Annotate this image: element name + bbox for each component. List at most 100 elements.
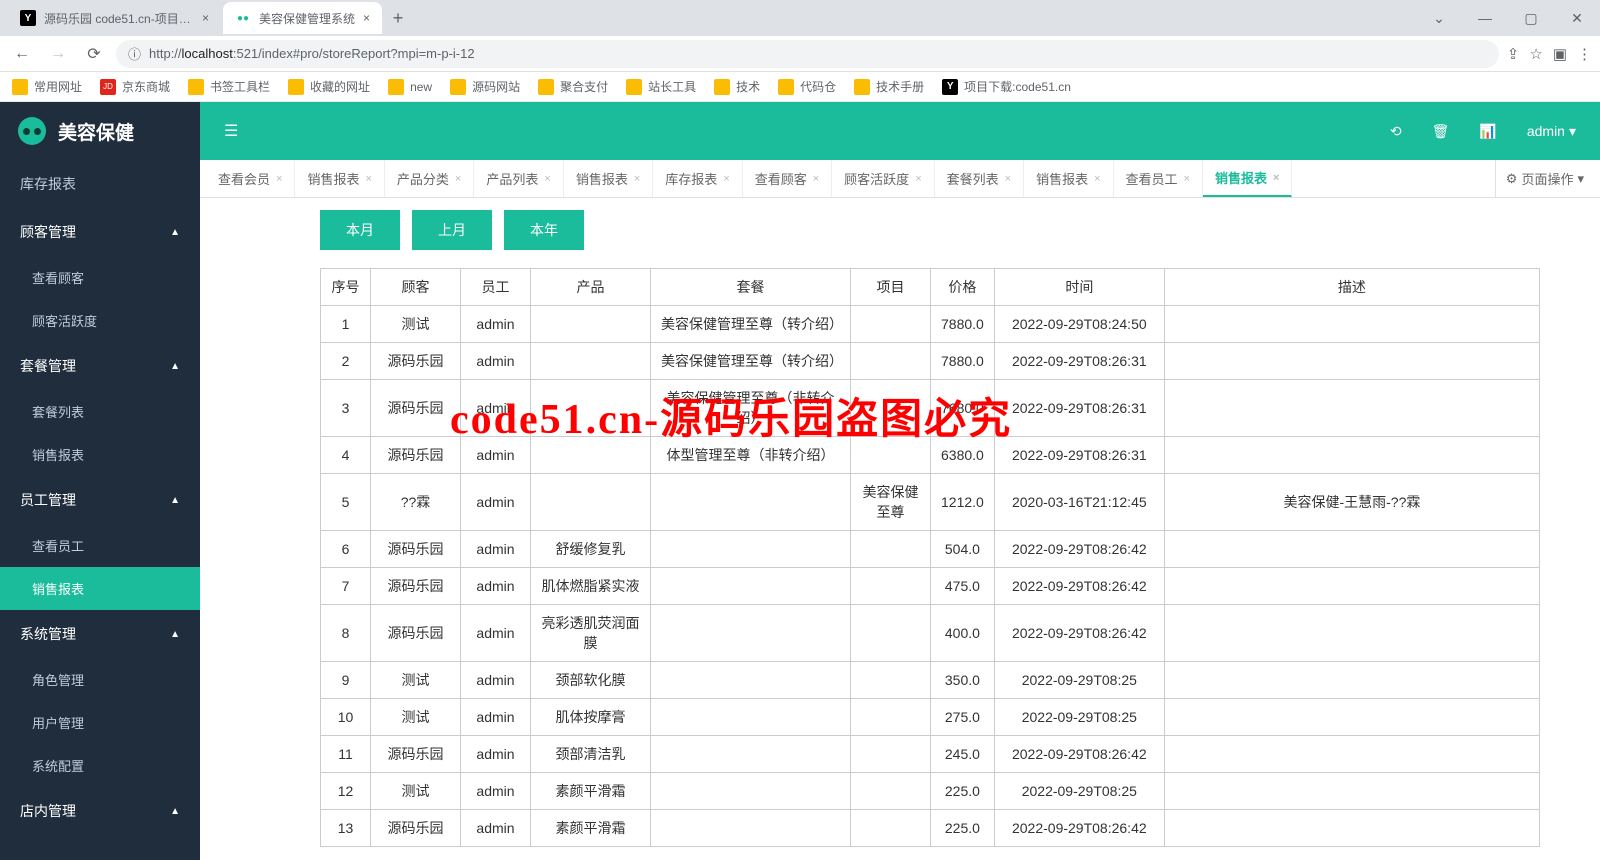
extensions-icon[interactable]: ▣ — [1553, 45, 1567, 63]
table-row: 7源码乐园admin肌体燃脂紧实液475.02022-09-29T08:26:4… — [321, 568, 1540, 605]
bookmark-item[interactable]: Y项目下载:code51.cn — [942, 78, 1071, 95]
tab-close-icon[interactable]: × — [276, 173, 282, 185]
bookmark-item[interactable]: JD京东商城 — [100, 78, 170, 95]
site-info-icon[interactable]: ⓘ — [128, 44, 141, 63]
sidebar-item-customer-activity[interactable]: 顾客活跃度 — [0, 299, 200, 342]
table-cell — [851, 810, 931, 847]
trash-icon[interactable]: 🗑 — [1432, 123, 1450, 140]
filter-year-button[interactable]: 本年 — [504, 210, 584, 250]
page-tab[interactable]: 销售报表× — [1024, 160, 1113, 197]
tab-close-icon[interactable]: × — [202, 11, 209, 25]
bookmark-item[interactable]: 代码仓 — [778, 78, 836, 95]
sidebar-item-sales-report-1[interactable]: 销售报表 — [0, 433, 200, 476]
table-cell: 美容保健管理至尊（非转介绍） — [651, 380, 851, 437]
table-cell: admin — [461, 699, 531, 736]
bookmark-item[interactable]: 书签工具栏 — [188, 78, 270, 95]
tab-close-icon[interactable]: × — [365, 173, 371, 185]
tab-close-icon[interactable]: × — [1273, 172, 1279, 184]
nav-forward[interactable]: → — [44, 40, 72, 68]
page-tab[interactable]: 销售报表× — [564, 160, 653, 197]
table-cell — [531, 380, 651, 437]
page-tab[interactable]: 查看员工× — [1114, 160, 1203, 197]
sidebar-group-staff[interactable]: 员工管理▲ — [0, 476, 200, 524]
bookmark-item[interactable]: 技术 — [714, 78, 760, 95]
tab-close-icon[interactable]: × — [634, 173, 640, 185]
nav-reload[interactable]: ⟳ — [80, 40, 108, 68]
browser-tab[interactable]: ●●美容保健管理系统× — [223, 2, 382, 34]
page-tab[interactable]: 库存报表× — [653, 160, 742, 197]
bookmark-item[interactable]: 站长工具 — [626, 78, 696, 95]
sidebar-group-package[interactable]: 套餐管理▲ — [0, 342, 200, 390]
table-cell: 13 — [321, 810, 371, 847]
table-cell: 测试 — [371, 699, 461, 736]
tab-close-icon[interactable]: × — [813, 173, 819, 185]
bookmark-item[interactable]: 技术手册 — [854, 78, 924, 95]
sidebar-item-view-customer[interactable]: 查看顾客 — [0, 256, 200, 299]
bookmark-item[interactable]: 聚合支付 — [538, 78, 608, 95]
browser-tab[interactable]: Y源码乐园 code51.cn-项目论文化× — [8, 2, 221, 34]
page-tab[interactable]: 查看会员× — [206, 160, 295, 197]
bookmark-item[interactable]: 常用网址 — [12, 78, 82, 95]
table-cell — [651, 699, 851, 736]
sidebar-item-role-mgmt[interactable]: 角色管理 — [0, 658, 200, 701]
sidebar-item-sales-report-2[interactable]: 销售报表 — [0, 567, 200, 610]
sidebar-collapse-icon[interactable]: ☰ — [224, 121, 238, 141]
page-tab[interactable]: 产品分类× — [385, 160, 474, 197]
sidebar-group-customer[interactable]: 顾客管理▲ — [0, 208, 200, 256]
sidebar-group-system[interactable]: 系统管理▲ — [0, 610, 200, 658]
page-operations-menu[interactable]: ⚙ 页面操作 ▾ — [1495, 160, 1594, 197]
page-tab[interactable]: 套餐列表× — [935, 160, 1024, 197]
table-header-cell: 套餐 — [651, 269, 851, 306]
tab-close-icon[interactable]: × — [1094, 173, 1100, 185]
table-cell: 源码乐园 — [371, 736, 461, 773]
window-minimize[interactable]: — — [1462, 0, 1508, 36]
user-menu[interactable]: admin ▾ — [1527, 123, 1576, 140]
menu-icon[interactable]: ⋮ — [1577, 45, 1592, 63]
page-tab[interactable]: 顾客活跃度× — [832, 160, 934, 197]
filter-last-month-button[interactable]: 上月 — [412, 210, 492, 250]
new-tab-button[interactable]: + — [384, 4, 412, 32]
table-row: 4源码乐园admin体型管理至尊（非转介绍）6380.02022-09-29T0… — [321, 437, 1540, 474]
bookmark-item[interactable]: 收藏的网址 — [288, 78, 370, 95]
window-maximize[interactable]: ▢ — [1508, 0, 1554, 36]
chevron-up-icon: ▲ — [170, 495, 180, 506]
window-close[interactable]: ✕ — [1554, 0, 1600, 36]
refresh-icon[interactable]: ⟲ — [1390, 123, 1402, 140]
window-dropdown[interactable]: ⌄ — [1416, 0, 1462, 36]
dashboard-icon[interactable]: 📊 — [1479, 123, 1496, 140]
tab-close-icon[interactable]: × — [1184, 173, 1190, 185]
bookmark-star-icon[interactable]: ☆ — [1529, 45, 1542, 63]
nav-back[interactable]: ← — [8, 40, 36, 68]
page-tab[interactable]: 产品列表× — [474, 160, 563, 197]
tab-close-icon[interactable]: × — [915, 173, 921, 185]
page-tab[interactable]: 销售报表× — [1203, 160, 1292, 197]
table-cell: 7680.0 — [931, 380, 995, 437]
sidebar-item-user-mgmt[interactable]: 用户管理 — [0, 701, 200, 744]
tab-close-icon[interactable]: × — [455, 173, 461, 185]
table-cell — [851, 568, 931, 605]
table-row: 6源码乐园admin舒缓修复乳504.02022-09-29T08:26:42 — [321, 531, 1540, 568]
sidebar-group-store[interactable]: 店内管理▲ — [0, 787, 200, 835]
tab-close-icon[interactable]: × — [1005, 173, 1011, 185]
url-box[interactable]: ⓘ http://localhost:521/index#pro/storeRe… — [116, 40, 1499, 68]
chevron-up-icon: ▲ — [170, 227, 180, 238]
table-cell — [531, 343, 651, 380]
page-tab[interactable]: 查看顾客× — [743, 160, 832, 197]
tab-close-icon[interactable]: × — [723, 173, 729, 185]
tab-close-icon[interactable]: × — [363, 11, 370, 25]
sidebar-item-system-config[interactable]: 系统配置 — [0, 744, 200, 787]
table-cell: ??霖 — [371, 474, 461, 531]
sidebar-item-stock-report[interactable]: 库存报表 — [0, 160, 200, 208]
tab-close-icon[interactable]: × — [544, 173, 550, 185]
bookmark-item[interactable]: 源码网站 — [450, 78, 520, 95]
bookmark-item[interactable]: new — [388, 79, 432, 95]
table-cell — [851, 662, 931, 699]
brand: 美容保健 — [0, 102, 200, 160]
share-icon[interactable]: ⇪ — [1507, 45, 1520, 63]
table-cell: 2022-09-29T08:26:42 — [994, 810, 1164, 847]
table-cell: 美容保健-王慧雨-??霖 — [1164, 474, 1539, 531]
page-tab[interactable]: 销售报表× — [295, 160, 384, 197]
sidebar-item-package-list[interactable]: 套餐列表 — [0, 390, 200, 433]
filter-month-button[interactable]: 本月 — [320, 210, 400, 250]
sidebar-item-view-staff[interactable]: 查看员工 — [0, 524, 200, 567]
